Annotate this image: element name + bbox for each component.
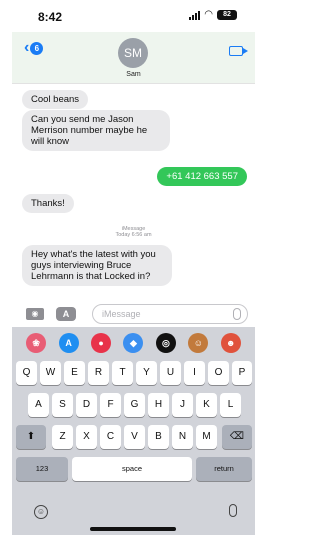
chevron-left-icon: ‹ — [24, 39, 30, 56]
timestamp-time: Today 6:56 am — [115, 232, 152, 238]
key-n[interactable]: N — [172, 425, 193, 449]
app-store-icon[interactable]: A — [56, 307, 76, 321]
battery-icon: 82 — [217, 10, 237, 20]
key-b[interactable]: B — [148, 425, 169, 449]
message-input-placeholder: iMessage — [102, 309, 141, 319]
delete-key[interactable]: ⌫ — [222, 425, 252, 449]
shift-icon: ⬆ — [26, 431, 36, 442]
key-v[interactable]: V — [124, 425, 145, 449]
key-l[interactable]: L — [220, 393, 241, 417]
memoji-app-icon[interactable]: ☺ — [188, 333, 209, 353]
signal-icon — [189, 10, 201, 20]
key-a[interactable]: A — [28, 393, 49, 417]
avatar-app-icon[interactable]: ☻ — [220, 333, 241, 353]
shift-key[interactable]: ⬆ — [16, 425, 46, 449]
status-time: 8:42 — [38, 10, 63, 24]
contact-name[interactable]: Sam — [12, 71, 255, 78]
dictation-icon[interactable] — [229, 504, 237, 517]
return-key[interactable]: return — [196, 457, 252, 481]
numbers-key[interactable]: 123 — [16, 457, 68, 481]
message-bubble[interactable]: Thanks! — [22, 194, 74, 213]
key-q[interactable]: Q — [16, 361, 37, 385]
shazam-app-icon[interactable]: ◆ — [123, 333, 144, 353]
key-f[interactable]: F — [100, 393, 121, 417]
message-input[interactable]: iMessage — [92, 304, 248, 324]
back-button[interactable]: ‹ 6 — [24, 39, 44, 56]
key-g[interactable]: G — [124, 393, 145, 417]
message-bubble[interactable]: Cool beans — [22, 90, 89, 109]
key-o[interactable]: O — [208, 361, 229, 385]
key-h[interactable]: H — [148, 393, 169, 417]
conversation-header: ‹ 6 SM Sam — [12, 32, 255, 84]
stickers-app-icon[interactable]: ● — [91, 333, 112, 353]
keyboard: ❀ A ● ◆ ◎ ☺ ☻ Q W E R T Y U I O P A S D … — [12, 327, 255, 535]
app-drawer: ❀ A ● ◆ ◎ ☺ ☻ — [12, 333, 255, 355]
key-p[interactable]: P — [232, 361, 252, 385]
messages-screen: 8:42 ◠ 82 ‹ 6 SM Sam Cool beans Can you … — [12, 0, 255, 535]
photos-app-icon[interactable]: ❀ — [26, 333, 47, 353]
key-m[interactable]: M — [196, 425, 217, 449]
status-bar: 8:42 ◠ 82 — [12, 0, 255, 32]
wifi-icon: ◠ — [204, 9, 213, 20]
key-j[interactable]: J — [172, 393, 193, 417]
key-t[interactable]: T — [112, 361, 133, 385]
key-k[interactable]: K — [196, 393, 217, 417]
emoji-icon[interactable]: ☺ — [34, 505, 48, 519]
message-bubble[interactable]: Can you send me Jason Merrison number ma… — [22, 110, 170, 151]
microphone-icon[interactable] — [233, 308, 241, 320]
key-s[interactable]: S — [52, 393, 73, 417]
key-x[interactable]: X — [76, 425, 97, 449]
backspace-icon: ⌫ — [229, 431, 245, 442]
space-key[interactable]: space — [72, 457, 192, 481]
video-call-icon[interactable] — [229, 46, 248, 56]
key-d[interactable]: D — [76, 393, 97, 417]
composer: ◉ A iMessage — [12, 303, 255, 325]
key-z[interactable]: Z — [52, 425, 73, 449]
key-u[interactable]: U — [160, 361, 181, 385]
message-bubble[interactable]: Hey what's the latest with you guys inte… — [22, 245, 172, 286]
home-indicator[interactable] — [90, 527, 176, 531]
camera-icon[interactable]: ◉ — [26, 308, 44, 320]
key-w[interactable]: W — [40, 361, 61, 385]
key-e[interactable]: E — [64, 361, 85, 385]
key-y[interactable]: Y — [136, 361, 157, 385]
fitness-app-icon[interactable]: ◎ — [155, 333, 176, 353]
message-bubble[interactable]: +61 412 663 557 — [157, 167, 247, 186]
status-icons: ◠ 82 — [189, 10, 237, 20]
key-c[interactable]: C — [100, 425, 121, 449]
unread-count-badge: 6 — [30, 41, 44, 55]
key-r[interactable]: R — [88, 361, 109, 385]
contact-avatar[interactable]: SM — [118, 38, 148, 68]
key-i[interactable]: I — [184, 361, 205, 385]
app-store-app-icon[interactable]: A — [58, 333, 79, 353]
